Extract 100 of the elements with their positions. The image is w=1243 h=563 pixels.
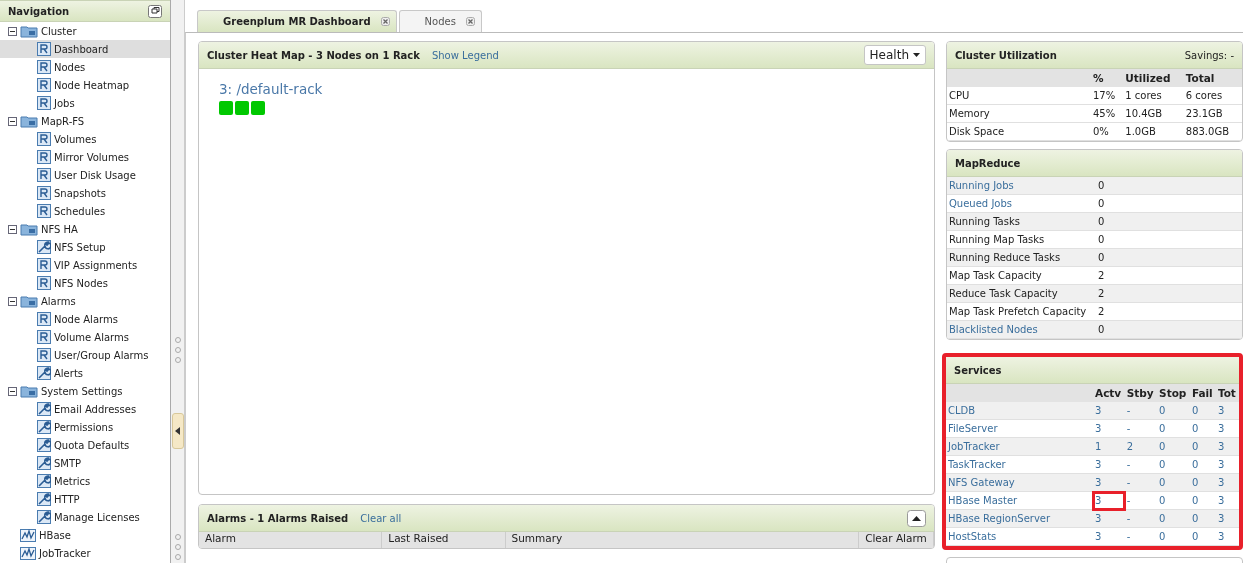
column-header[interactable]: Alarm: [199, 532, 382, 548]
wrench-icon: [37, 240, 51, 254]
tree-item[interactable]: Snapshots: [0, 184, 170, 202]
tree-item[interactable]: User/Group Alarms: [0, 346, 170, 364]
close-icon[interactable]: [380, 17, 390, 26]
column-header: Stop: [1157, 384, 1190, 402]
tree-item[interactable]: Node Heatmap: [0, 76, 170, 94]
table-cell: 0: [1096, 230, 1242, 249]
column-header: %: [1091, 69, 1124, 87]
report-icon: [37, 42, 51, 56]
tree-item[interactable]: SMTP: [0, 454, 170, 472]
tree-item[interactable]: Schedules: [0, 202, 170, 220]
wrench-icon: [37, 492, 51, 506]
report-icon: [37, 132, 51, 146]
table-cell: 3: [1093, 419, 1125, 438]
report-icon: [37, 150, 51, 164]
table-cell: 883.0GB: [1183, 122, 1242, 141]
table-cell: 2: [1096, 302, 1242, 321]
column-header: Stby: [1124, 384, 1158, 402]
folder-icon: [20, 384, 38, 398]
collapse-icon[interactable]: [8, 386, 17, 396]
table-cell: 0: [1189, 491, 1216, 510]
report-icon: [37, 78, 51, 92]
tree-item[interactable]: VIP Assignments: [0, 256, 170, 274]
wrench-icon: [37, 420, 51, 434]
tree-folder[interactable]: NFS HA: [0, 220, 170, 238]
table-cell: -: [1124, 402, 1158, 420]
tree-item[interactable]: JobTracker: [0, 544, 170, 562]
chart-icon: [20, 528, 36, 542]
tree-folder[interactable]: Alarms: [0, 292, 170, 310]
tree-item[interactable]: Alerts: [0, 364, 170, 382]
table-cell: 3: [1215, 527, 1239, 546]
node-square[interactable]: [235, 101, 249, 115]
restore-icon[interactable]: [148, 4, 162, 18]
node-square[interactable]: [251, 101, 265, 115]
collapse-button[interactable]: [907, 509, 926, 527]
column-header[interactable]: Last Raised: [381, 532, 505, 548]
tree-item[interactable]: HTTP: [0, 490, 170, 508]
table-cell: 0: [1096, 177, 1242, 195]
wrench-icon: [37, 402, 51, 416]
tree-item[interactable]: Dashboard: [0, 40, 170, 58]
collapse-icon[interactable]: [8, 26, 17, 36]
table-cell: 23.1GB: [1183, 104, 1242, 123]
tree-item[interactable]: NFS Setup: [0, 238, 170, 256]
table-link[interactable]: TaskTracker: [946, 455, 1093, 474]
tree-folder[interactable]: System Settings: [0, 382, 170, 400]
tab[interactable]: Nodes: [398, 10, 482, 32]
tree-folder[interactable]: MapR-FS: [0, 112, 170, 130]
table-cell: 3: [1215, 402, 1239, 420]
collapse-icon[interactable]: [8, 224, 17, 234]
table-link[interactable]: Running Jobs: [947, 177, 1096, 195]
tree-item[interactable]: HBase: [0, 526, 170, 544]
tree-item[interactable]: Metrics: [0, 472, 170, 490]
table-link[interactable]: FileServer: [946, 419, 1093, 438]
tree-item[interactable]: Email Addresses: [0, 400, 170, 418]
health-dropdown[interactable]: Health: [863, 45, 926, 65]
table-cell: 0: [1189, 455, 1216, 474]
caret-icon: [175, 427, 180, 435]
table-cell: 3: [1215, 491, 1239, 510]
table-cell: Map Task Capacity: [947, 266, 1096, 285]
tree-item[interactable]: Mirror Volumes: [0, 148, 170, 166]
tree-item[interactable]: Jobs: [0, 94, 170, 112]
tree-item[interactable]: Nodes: [0, 58, 170, 76]
node-square[interactable]: [219, 101, 233, 115]
table-link[interactable]: CLDB: [946, 402, 1093, 420]
tree-item[interactable]: User Disk Usage: [0, 166, 170, 184]
column-header[interactable]: Summary: [505, 532, 859, 548]
tree-item[interactable]: NFS Nodes: [0, 274, 170, 292]
table-cell: 2: [1096, 266, 1242, 285]
column-header: Fail: [1189, 384, 1216, 402]
collapse-tab[interactable]: [171, 413, 184, 449]
rack-label[interactable]: 3: /default-rack: [219, 81, 914, 97]
collapse-icon[interactable]: [8, 116, 17, 126]
table-cell: 3: [1215, 455, 1239, 474]
table-cell: 0: [1157, 527, 1190, 546]
tree-folder[interactable]: Cluster: [0, 22, 170, 40]
wrench-icon: [37, 438, 51, 452]
savings-label: Savings: -: [1184, 49, 1234, 61]
tree-item[interactable]: Quota Defaults: [0, 436, 170, 454]
caret-icon: [913, 53, 920, 57]
clear-all-link[interactable]: Clear all: [360, 512, 402, 524]
tab[interactable]: Greenplum MR Dashboard: [197, 10, 397, 32]
tree-item[interactable]: Node Alarms: [0, 310, 170, 328]
report-icon: [37, 60, 51, 74]
tree-item[interactable]: Permissions: [0, 418, 170, 436]
table-link[interactable]: Queued Jobs: [947, 194, 1096, 213]
tree-item[interactable]: Volumes: [0, 130, 170, 148]
folder-icon: [20, 294, 38, 308]
table-link[interactable]: HostStats: [946, 527, 1093, 546]
report-icon: [37, 312, 51, 326]
table-cell: 3: [1093, 527, 1125, 546]
tree-item[interactable]: Manage Licenses: [0, 508, 170, 526]
report-icon: [37, 96, 51, 110]
table-cell: 1.0GB: [1123, 122, 1184, 141]
close-icon[interactable]: [465, 17, 475, 26]
legend-link[interactable]: Show Legend: [431, 49, 499, 61]
tree-item[interactable]: Volume Alarms: [0, 328, 170, 346]
collapse-icon[interactable]: [8, 296, 17, 306]
table-cell: 0: [1189, 402, 1216, 420]
column-header[interactable]: Clear Alarm: [858, 532, 934, 548]
